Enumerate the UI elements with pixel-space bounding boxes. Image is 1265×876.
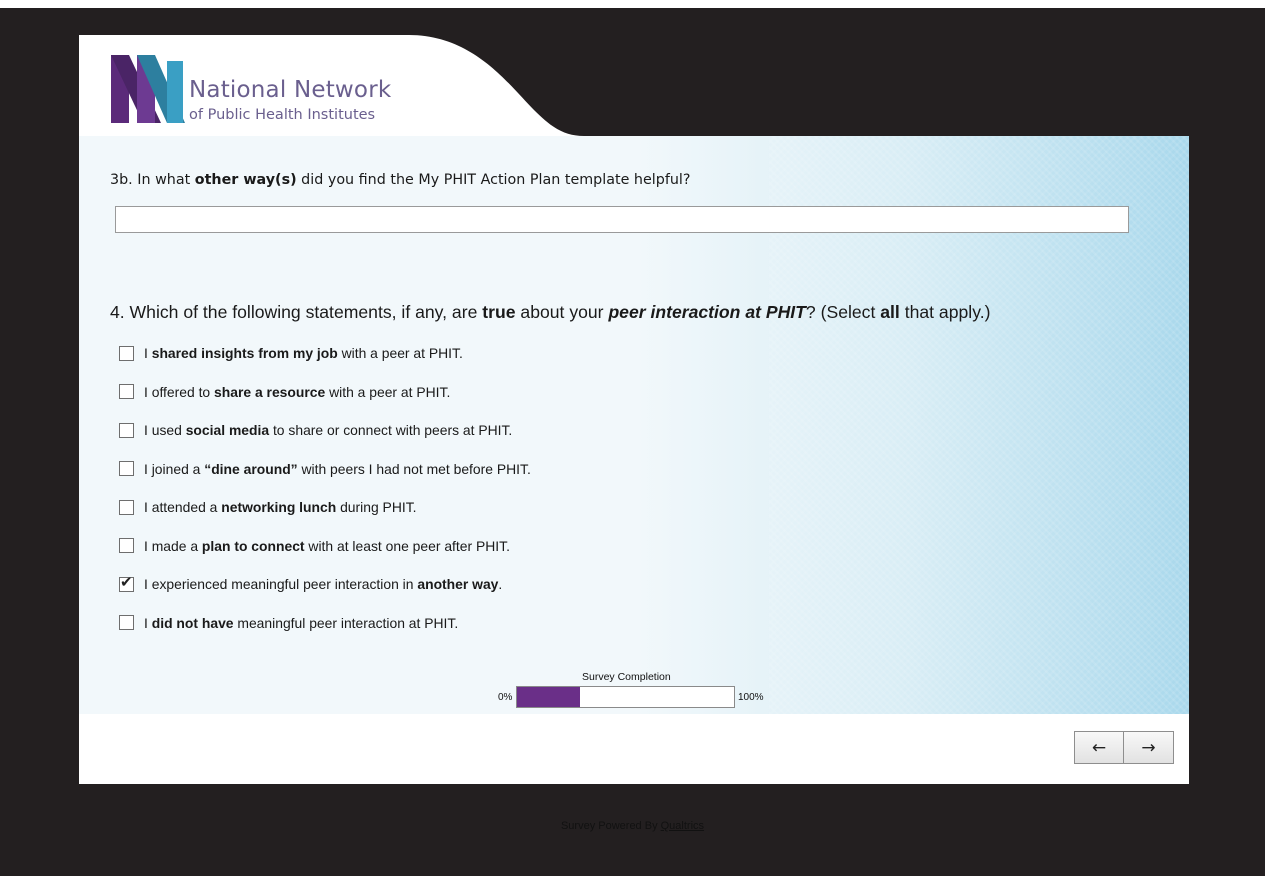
option-label-text: I joined a: [144, 460, 205, 477]
checkmark-icon: [120, 344, 135, 359]
option-label-text: with peers I had not met before PHIT.: [297, 460, 531, 477]
checkbox[interactable]: [119, 536, 135, 554]
logo-subtitle: of Public Health Institutes: [189, 107, 376, 123]
option-label-emphasis: shared insights from my job: [151, 345, 338, 362]
option-label[interactable]: I made a plan to connect with at least o…: [144, 538, 510, 554]
survey-container: National Network of Public Health Instit…: [79, 35, 1189, 784]
option-share-resource[interactable]: I offered to share a resource with a pee…: [119, 373, 531, 412]
question-4-text-part: that apply.): [899, 302, 991, 322]
option-label-emphasis: “dine around”: [204, 460, 298, 477]
option-label-text: to share or connect with peers at PHIT.: [269, 422, 513, 439]
option-label-text: meaningful peer interaction at PHIT.: [233, 614, 459, 631]
question-3b-text: 3b. In what other way(s) did you find th…: [110, 172, 691, 188]
option-label-text: I made a: [144, 537, 202, 554]
question-3b-text-part: did you find the My PHIT Action Plan tem…: [296, 172, 691, 188]
option-label[interactable]: I experienced meaningful peer interactio…: [144, 576, 502, 592]
option-label-emphasis: social media: [185, 422, 270, 439]
checkbox[interactable]: [119, 498, 135, 515]
checkbox[interactable]: [119, 459, 135, 477]
question-3b-number: 3b.: [110, 172, 133, 188]
option-label-text: with a peer at PHIT.: [325, 383, 451, 400]
option-label[interactable]: I used social media to share or connect …: [144, 422, 512, 438]
option-label[interactable]: I did not have meaningful peer interacti…: [144, 615, 458, 631]
arrow-left-icon: ←: [1091, 737, 1107, 758]
top-edge: [0, 0, 1265, 8]
option-label-emphasis: networking lunch: [221, 499, 337, 516]
nnphi-logo: National Network of Public Health Instit…: [109, 53, 429, 133]
logo-title: National Network: [189, 77, 392, 103]
checkbox[interactable]: [119, 613, 135, 631]
question-3b-emphasis: other way(s): [194, 172, 297, 188]
option-label[interactable]: I joined a “dine around” with peers I ha…: [144, 461, 531, 477]
option-label-emphasis: share a resource: [214, 383, 326, 400]
option-label-text: I used: [144, 422, 186, 439]
next-button[interactable]: →: [1124, 731, 1174, 764]
navigation-area: ← →: [79, 714, 1189, 784]
option-label-text: with at least one peer after PHIT.: [304, 537, 510, 554]
option-label-text: I offered to: [144, 383, 215, 400]
qualtrics-link[interactable]: Qualtrics: [661, 820, 704, 832]
option-label[interactable]: I offered to share a resource with a pee…: [144, 384, 450, 400]
question-4-text-part: ? (Select: [805, 302, 881, 322]
option-label-text: I attended a: [144, 499, 222, 516]
progress-title: Survey Completion: [582, 671, 671, 683]
question-4-text: 4. Which of the following statements, if…: [110, 302, 990, 323]
question-area: 3b. In what other way(s) did you find th…: [79, 136, 1189, 714]
question-4-text-part: 4. Which of the following statements, if…: [110, 302, 483, 322]
powered-by-text: Survey Powered By: [560, 820, 661, 832]
checkmark-icon: [120, 498, 135, 513]
checkmark-icon: [120, 536, 135, 551]
powered-by-footer: Survey Powered By Qualtrics: [0, 820, 1265, 832]
checkmark-icon: [120, 613, 135, 628]
option-label[interactable]: I attended a networking lunch during PHI…: [144, 499, 417, 515]
option-label-text: I experienced meaningful peer interactio…: [144, 576, 418, 593]
header-tab: National Network of Public Health Instit…: [79, 35, 1189, 137]
progress-max-label: 100%: [738, 692, 764, 703]
question-3b-text-part: In what: [132, 172, 195, 188]
nnphi-logo-mark-icon: [111, 55, 185, 123]
question-4-text-part: about your: [515, 302, 609, 322]
option-social-media[interactable]: I used social media to share or connect …: [119, 411, 531, 450]
nav-buttons: ← →: [1074, 731, 1174, 764]
option-plan-to-connect[interactable]: I made a plan to connect with at least o…: [119, 527, 531, 566]
option-networking-lunch[interactable]: I attended a networking lunch during PHI…: [119, 488, 531, 527]
option-label-text: I: [144, 614, 152, 631]
option-label-text: I: [144, 345, 152, 362]
arrow-right-icon: →: [1141, 737, 1156, 758]
question-4-emphasis: true: [482, 302, 516, 322]
checkmark-icon: [120, 421, 135, 436]
progress-min-label: 0%: [498, 692, 513, 703]
checkmark-icon: ✔: [120, 572, 133, 591]
question-4-emphasis: all: [880, 302, 900, 322]
back-button[interactable]: ←: [1074, 731, 1124, 764]
option-label[interactable]: I shared insights from my job with a pee…: [144, 345, 463, 361]
option-label-text: with a peer at PHIT.: [337, 345, 463, 362]
checkbox[interactable]: [119, 344, 135, 361]
checkbox[interactable]: ✔: [119, 572, 134, 592]
option-did-not-have[interactable]: I did not have meaningful peer interacti…: [119, 604, 531, 643]
option-label-text: .: [498, 576, 503, 593]
option-label-emphasis: plan to connect: [201, 537, 305, 554]
option-another-way[interactable]: ✔ I experienced meaningful peer interact…: [119, 565, 531, 604]
checkbox[interactable]: [119, 382, 135, 400]
option-shared-insights[interactable]: I shared insights from my job with a pee…: [119, 334, 531, 373]
option-label-emphasis: another way: [417, 576, 499, 593]
checkmark-icon: [120, 382, 135, 397]
progress-bar: [516, 686, 735, 708]
question-4-emphasis-italic: peer interaction at PHIT: [608, 302, 806, 322]
option-label-emphasis: did not have: [151, 614, 234, 631]
question-3b-text-input[interactable]: [115, 206, 1129, 233]
option-label-text: during PHIT.: [336, 499, 417, 516]
checkbox[interactable]: [119, 421, 135, 438]
checkmark-icon: [120, 459, 135, 474]
option-dine-around[interactable]: I joined a “dine around” with peers I ha…: [119, 450, 531, 489]
question-4-options: I shared insights from my job with a pee…: [119, 334, 531, 642]
progress-fill: [517, 687, 580, 707]
